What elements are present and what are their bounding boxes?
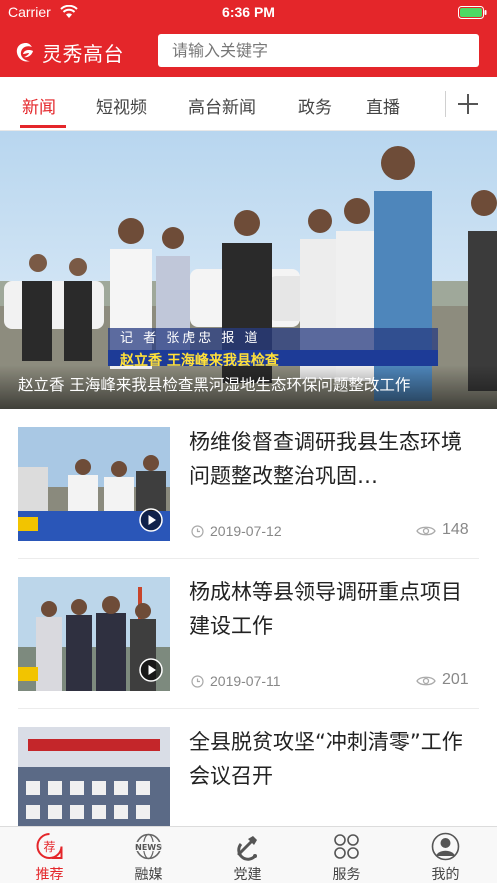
search-input[interactable]: 请输入关键字 xyxy=(158,34,479,67)
news-date: 2019-07-12 xyxy=(210,523,282,539)
category-tabs: 新闻 短视频 高台新闻 政务 直播 xyxy=(0,77,497,131)
tab-government[interactable]: 政务 xyxy=(298,93,332,118)
tab-gaotai-news[interactable]: 高台新闻 xyxy=(188,93,256,118)
plus-icon[interactable] xyxy=(452,88,484,120)
tabs-divider xyxy=(445,91,446,117)
news-item[interactable]: 全县脱贫攻坚“冲刺清零”工作会议召开 xyxy=(0,709,497,826)
news-thumbnail xyxy=(18,727,170,826)
news-date: 2019-07-11 xyxy=(210,673,281,689)
nav-recommend[interactable]: 荐 推荐 xyxy=(0,827,99,883)
grid-service-icon xyxy=(334,834,359,859)
swirl-logo-icon xyxy=(16,42,33,62)
svg-text:NEWS: NEWS xyxy=(135,843,162,852)
recommend-icon: 荐 xyxy=(36,833,63,859)
profile-icon xyxy=(431,832,460,861)
nav-service[interactable]: 服务 xyxy=(297,827,396,883)
active-tab-indicator xyxy=(20,125,66,128)
nav-label: 我的 xyxy=(431,867,460,883)
news-thumbnail-image xyxy=(18,727,170,826)
hero-caption: 赵立香 王海峰来我县检查黑河湿地生态环保问题整改工作 xyxy=(18,376,411,394)
nav-label: 党建 xyxy=(233,867,262,883)
app-title: 灵秀高台 xyxy=(42,42,124,66)
status-bar: Carrier 6:36 PM xyxy=(0,0,497,26)
svg-text:荐: 荐 xyxy=(43,840,55,854)
app-bar: 灵秀高台 请输入关键字 xyxy=(0,26,497,77)
eye-icon xyxy=(416,526,436,536)
clock-icon xyxy=(191,675,204,688)
tabs-fade xyxy=(420,77,442,130)
news-thumbnail xyxy=(18,427,170,541)
news-title: 杨成林等县领导调研重点项目建设工作 xyxy=(189,580,462,638)
tab-news[interactable]: 新闻 xyxy=(22,93,56,118)
play-icon xyxy=(139,508,163,532)
battery-icon xyxy=(458,6,487,19)
tab-live[interactable]: 直播 xyxy=(366,93,400,118)
hero-banner[interactable]: 记 者 张虎忠 报 道 赵立香 王海峰来我县检查 赵立香 王海峰来我县检查黑河湿… xyxy=(0,131,497,409)
bottom-tab-bar: 荐 推荐 NEWS 融媒 党建 服务 我的 xyxy=(0,826,497,883)
party-emblem-icon xyxy=(237,836,257,861)
news-thumbnail xyxy=(18,577,170,691)
video-reporter-credit: 记 者 张虎忠 报 道 xyxy=(108,328,438,350)
news-item[interactable]: 杨维俊督查调研我县生态环境问题整改整治巩固… 2019-07-12 148 xyxy=(0,409,497,559)
header: Carrier 6:36 PM 灵秀高台 请输入关键字 xyxy=(0,0,497,77)
video-title-overlay: 赵立香 王海峰来我县检查 xyxy=(108,350,438,366)
news-title: 全县脱贫攻坚“冲刺清零”工作会议召开 xyxy=(189,730,463,788)
news-view-count: 201 xyxy=(442,671,469,688)
news-icon: NEWS xyxy=(135,833,162,860)
news-view-count: 148 xyxy=(442,521,469,538)
nav-label: 推荐 xyxy=(35,867,64,883)
nav-profile[interactable]: 我的 xyxy=(396,827,495,883)
nav-party[interactable]: 党建 xyxy=(198,827,297,883)
eye-icon xyxy=(416,676,436,686)
news-title: 杨维俊督查调研我县生态环境问题整改整治巩固… xyxy=(189,430,462,488)
app-logo[interactable]: 灵秀高台 xyxy=(14,38,124,67)
play-icon xyxy=(139,658,163,682)
clock-icon xyxy=(191,525,204,538)
nav-label: 融媒 xyxy=(134,867,163,883)
news-item[interactable]: 杨成林等县领导调研重点项目建设工作 2019-07-11 201 xyxy=(0,559,497,709)
status-time: 6:36 PM xyxy=(222,4,275,20)
tab-short-video[interactable]: 短视频 xyxy=(96,93,147,118)
nav-label: 服务 xyxy=(332,867,361,883)
nav-media[interactable]: NEWS 融媒 xyxy=(99,827,198,883)
